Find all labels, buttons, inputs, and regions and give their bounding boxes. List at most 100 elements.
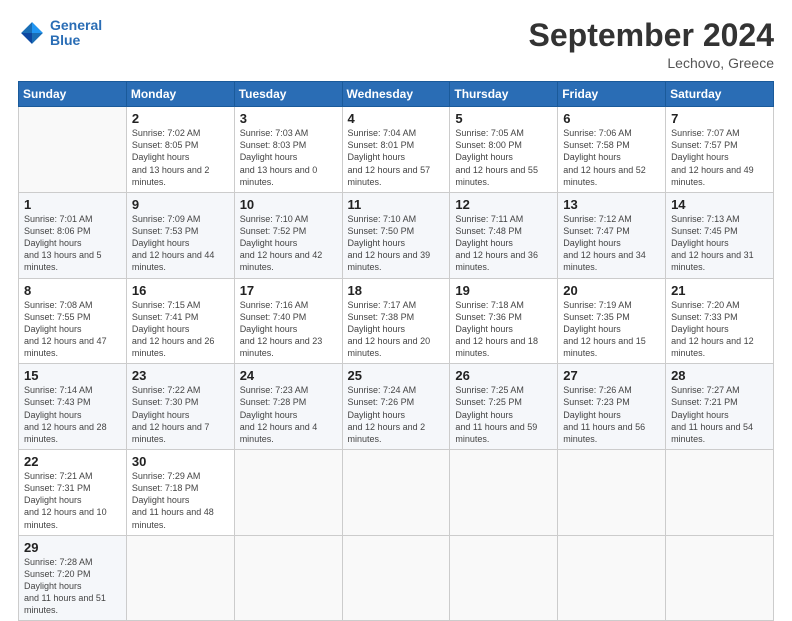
header-friday: Friday (558, 82, 666, 107)
day-info: Sunrise: 7:02 AM Sunset: 8:05 PM Dayligh… (132, 128, 210, 187)
day-info: Sunrise: 7:29 AM Sunset: 7:18 PM Dayligh… (132, 471, 214, 530)
day-info: Sunrise: 7:03 AM Sunset: 8:03 PM Dayligh… (240, 128, 318, 187)
day-number: 27 (563, 368, 660, 383)
day-number: 14 (671, 197, 768, 212)
table-cell: 17 Sunrise: 7:16 AM Sunset: 7:40 PM Dayl… (234, 278, 342, 364)
day-number: 24 (240, 368, 337, 383)
table-cell: 21 Sunrise: 7:20 AM Sunset: 7:33 PM Dayl… (666, 278, 774, 364)
table-cell: 26 Sunrise: 7:25 AM Sunset: 7:25 PM Dayl… (450, 364, 558, 450)
table-cell (126, 535, 234, 621)
header-tuesday: Tuesday (234, 82, 342, 107)
day-number: 2 (132, 111, 229, 126)
table-cell: 23 Sunrise: 7:22 AM Sunset: 7:30 PM Dayl… (126, 364, 234, 450)
table-cell: 3 Sunrise: 7:03 AM Sunset: 8:03 PM Dayli… (234, 107, 342, 193)
day-info: Sunrise: 7:05 AM Sunset: 8:00 PM Dayligh… (455, 128, 538, 187)
header: General Blue September 2024 Lechovo, Gre… (18, 18, 774, 71)
table-cell (666, 535, 774, 621)
header-wednesday: Wednesday (342, 82, 450, 107)
calendar-body: 2 Sunrise: 7:02 AM Sunset: 8:05 PM Dayli… (19, 107, 774, 621)
table-cell: 5 Sunrise: 7:05 AM Sunset: 8:00 PM Dayli… (450, 107, 558, 193)
day-number: 12 (455, 197, 552, 212)
table-cell: 9 Sunrise: 7:09 AM Sunset: 7:53 PM Dayli… (126, 192, 234, 278)
page: General Blue September 2024 Lechovo, Gre… (0, 0, 792, 612)
day-info: Sunrise: 7:21 AM Sunset: 7:31 PM Dayligh… (24, 471, 107, 530)
header-monday: Monday (126, 82, 234, 107)
calendar-row: 8 Sunrise: 7:08 AM Sunset: 7:55 PM Dayli… (19, 278, 774, 364)
day-info: Sunrise: 7:24 AM Sunset: 7:26 PM Dayligh… (348, 385, 426, 444)
table-cell: 29 Sunrise: 7:28 AM Sunset: 7:20 PM Dayl… (19, 535, 127, 621)
table-cell: 15 Sunrise: 7:14 AM Sunset: 7:43 PM Dayl… (19, 364, 127, 450)
day-number: 26 (455, 368, 552, 383)
title-block: September 2024 Lechovo, Greece (529, 18, 774, 71)
day-info: Sunrise: 7:28 AM Sunset: 7:20 PM Dayligh… (24, 557, 106, 616)
day-info: Sunrise: 7:09 AM Sunset: 7:53 PM Dayligh… (132, 214, 215, 273)
day-info: Sunrise: 7:16 AM Sunset: 7:40 PM Dayligh… (240, 300, 323, 359)
day-info: Sunrise: 7:01 AM Sunset: 8:06 PM Dayligh… (24, 214, 102, 273)
location: Lechovo, Greece (529, 55, 774, 71)
table-cell: 13 Sunrise: 7:12 AM Sunset: 7:47 PM Dayl… (558, 192, 666, 278)
table-cell: 24 Sunrise: 7:23 AM Sunset: 7:28 PM Dayl… (234, 364, 342, 450)
day-number: 18 (348, 283, 445, 298)
table-cell: 7 Sunrise: 7:07 AM Sunset: 7:57 PM Dayli… (666, 107, 774, 193)
table-cell: 22 Sunrise: 7:21 AM Sunset: 7:31 PM Dayl… (19, 450, 127, 536)
day-info: Sunrise: 7:25 AM Sunset: 7:25 PM Dayligh… (455, 385, 537, 444)
table-cell: 8 Sunrise: 7:08 AM Sunset: 7:55 PM Dayli… (19, 278, 127, 364)
day-number: 23 (132, 368, 229, 383)
table-cell (342, 450, 450, 536)
day-number: 8 (24, 283, 121, 298)
day-info: Sunrise: 7:17 AM Sunset: 7:38 PM Dayligh… (348, 300, 431, 359)
calendar-header: Sunday Monday Tuesday Wednesday Thursday… (19, 82, 774, 107)
day-number: 30 (132, 454, 229, 469)
calendar-row: 22 Sunrise: 7:21 AM Sunset: 7:31 PM Dayl… (19, 450, 774, 536)
table-cell: 2 Sunrise: 7:02 AM Sunset: 8:05 PM Dayli… (126, 107, 234, 193)
calendar-row: 15 Sunrise: 7:14 AM Sunset: 7:43 PM Dayl… (19, 364, 774, 450)
day-number: 17 (240, 283, 337, 298)
day-info: Sunrise: 7:06 AM Sunset: 7:58 PM Dayligh… (563, 128, 646, 187)
table-cell (450, 535, 558, 621)
day-number: 5 (455, 111, 552, 126)
table-cell: 1 Sunrise: 7:01 AM Sunset: 8:06 PM Dayli… (19, 192, 127, 278)
logo-icon (18, 19, 46, 47)
day-number: 16 (132, 283, 229, 298)
calendar-row: 1 Sunrise: 7:01 AM Sunset: 8:06 PM Dayli… (19, 192, 774, 278)
day-info: Sunrise: 7:18 AM Sunset: 7:36 PM Dayligh… (455, 300, 538, 359)
table-cell: 20 Sunrise: 7:19 AM Sunset: 7:35 PM Dayl… (558, 278, 666, 364)
month-title: September 2024 (529, 18, 774, 53)
table-cell: 28 Sunrise: 7:27 AM Sunset: 7:21 PM Dayl… (666, 364, 774, 450)
day-number: 28 (671, 368, 768, 383)
day-info: Sunrise: 7:27 AM Sunset: 7:21 PM Dayligh… (671, 385, 753, 444)
table-cell (342, 535, 450, 621)
weekday-header-row: Sunday Monday Tuesday Wednesday Thursday… (19, 82, 774, 107)
day-info: Sunrise: 7:08 AM Sunset: 7:55 PM Dayligh… (24, 300, 107, 359)
day-number: 10 (240, 197, 337, 212)
table-cell (558, 535, 666, 621)
day-number: 3 (240, 111, 337, 126)
table-cell: 14 Sunrise: 7:13 AM Sunset: 7:45 PM Dayl… (666, 192, 774, 278)
day-info: Sunrise: 7:10 AM Sunset: 7:52 PM Dayligh… (240, 214, 323, 273)
day-number: 11 (348, 197, 445, 212)
table-cell: 6 Sunrise: 7:06 AM Sunset: 7:58 PM Dayli… (558, 107, 666, 193)
day-info: Sunrise: 7:13 AM Sunset: 7:45 PM Dayligh… (671, 214, 754, 273)
table-cell: 4 Sunrise: 7:04 AM Sunset: 8:01 PM Dayli… (342, 107, 450, 193)
table-cell: 19 Sunrise: 7:18 AM Sunset: 7:36 PM Dayl… (450, 278, 558, 364)
table-cell: 11 Sunrise: 7:10 AM Sunset: 7:50 PM Dayl… (342, 192, 450, 278)
day-number: 7 (671, 111, 768, 126)
day-number: 29 (24, 540, 121, 555)
calendar-row: 29 Sunrise: 7:28 AM Sunset: 7:20 PM Dayl… (19, 535, 774, 621)
table-cell (234, 535, 342, 621)
day-info: Sunrise: 7:22 AM Sunset: 7:30 PM Dayligh… (132, 385, 210, 444)
day-info: Sunrise: 7:19 AM Sunset: 7:35 PM Dayligh… (563, 300, 646, 359)
day-number: 1 (24, 197, 121, 212)
table-cell (234, 450, 342, 536)
day-info: Sunrise: 7:14 AM Sunset: 7:43 PM Dayligh… (24, 385, 107, 444)
day-number: 21 (671, 283, 768, 298)
table-cell (450, 450, 558, 536)
table-cell: 27 Sunrise: 7:26 AM Sunset: 7:23 PM Dayl… (558, 364, 666, 450)
table-cell (19, 107, 127, 193)
table-cell: 10 Sunrise: 7:10 AM Sunset: 7:52 PM Dayl… (234, 192, 342, 278)
day-info: Sunrise: 7:10 AM Sunset: 7:50 PM Dayligh… (348, 214, 431, 273)
calendar-table: Sunday Monday Tuesday Wednesday Thursday… (18, 81, 774, 621)
day-info: Sunrise: 7:11 AM Sunset: 7:48 PM Dayligh… (455, 214, 538, 273)
day-info: Sunrise: 7:20 AM Sunset: 7:33 PM Dayligh… (671, 300, 754, 359)
day-info: Sunrise: 7:12 AM Sunset: 7:47 PM Dayligh… (563, 214, 646, 273)
